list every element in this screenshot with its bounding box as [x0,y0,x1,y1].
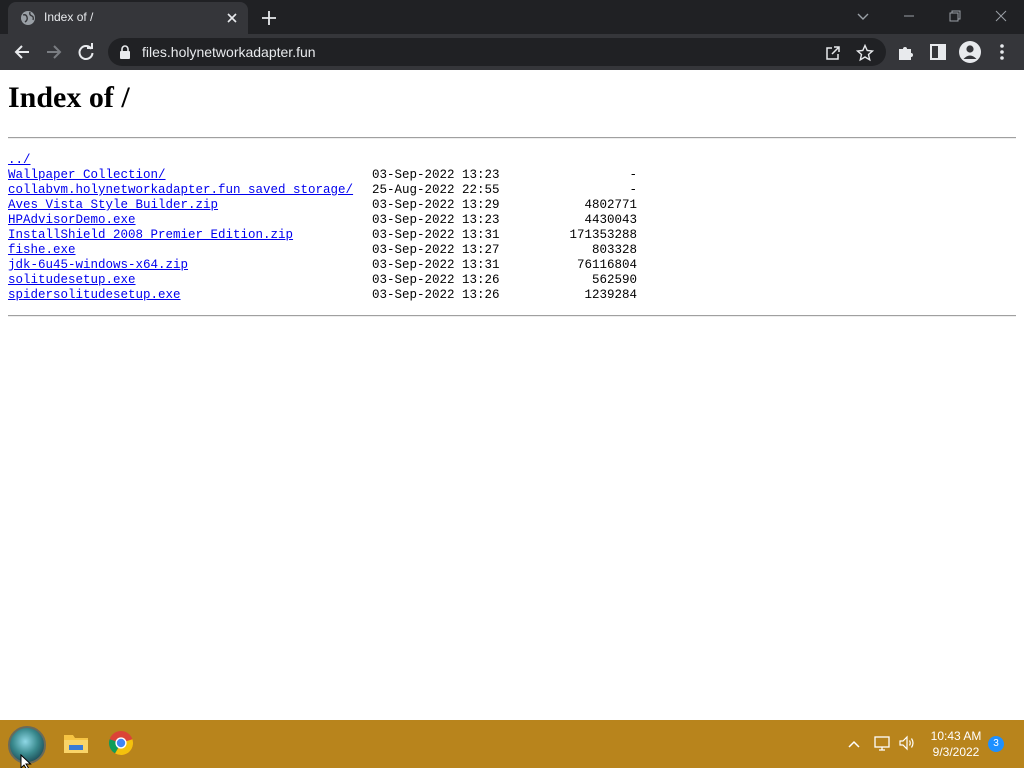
file-size: 4430043 [584,213,637,227]
file-date: 03-Sep-2022 13:23 [372,213,500,227]
extensions-icon[interactable] [896,42,916,62]
listing-row: fishe.exe 03-Sep-2022 13:27 803328 [8,243,648,258]
network-icon[interactable] [873,734,891,752]
show-hidden-icons-icon[interactable] [846,736,862,752]
file-link[interactable]: InstallShield_2008_Premier_Edition.zip [8,228,293,243]
file-link[interactable]: HPAdvisorDemo.exe [8,213,136,228]
file-link[interactable]: jdk-6u45-windows-x64.zip [8,258,188,273]
browser-tab[interactable]: Index of / [8,2,248,34]
file-date: 03-Sep-2022 13:26 [372,288,500,302]
file-date: 03-Sep-2022 13:31 [372,228,500,242]
volume-icon[interactable] [898,734,916,752]
tab-strip: Index of / [0,0,1024,34]
divider-top [8,137,1016,139]
close-tab-icon[interactable] [224,10,240,26]
restore-icon[interactable] [946,7,964,25]
minimize-icon[interactable] [900,7,918,25]
file-date: 03-Sep-2022 13:27 [372,243,500,257]
tab-title: Index of / [44,10,94,24]
file-link[interactable]: fishe.exe [8,243,76,258]
new-tab-icon[interactable] [260,9,278,27]
file-size: 562590 [591,273,637,287]
mouse-cursor-icon [20,754,32,768]
divider-bottom [8,315,1016,317]
page-content: Index of / ../ Wallpaper Collection/ 03-… [0,70,1024,720]
file-size: - [629,183,637,197]
address-bar[interactable]: files.holynetworkadapter.fun [108,38,886,66]
close-window-icon[interactable] [992,7,1010,25]
parent-row: ../ [8,153,648,168]
side-panel-icon[interactable] [928,42,948,62]
file-date: 03-Sep-2022 13:26 [372,273,500,287]
listing-row: collabvm.holynetworkadapter.fun saved st… [8,183,648,198]
chrome-icon[interactable] [108,730,134,756]
url-text[interactable]: files.holynetworkadapter.fun [142,44,316,60]
file-size: 4802771 [584,198,637,212]
page-title: Index of / [8,81,130,114]
listing-row: Wallpaper Collection/ 03-Sep-2022 13:23 … [8,168,648,183]
file-size: 171353288 [569,228,637,242]
listing-row: InstallShield_2008_Premier_Edition.zip 0… [8,228,648,243]
listing-row: jdk-6u45-windows-x64.zip 03-Sep-2022 13:… [8,258,648,273]
forward-icon[interactable] [44,42,64,62]
globe-icon [21,11,35,25]
file-link[interactable]: collabvm.holynetworkadapter.fun saved st… [8,183,353,198]
directory-listing: ../ Wallpaper Collection/ 03-Sep-2022 13… [8,153,648,303]
file-size: - [629,168,637,182]
file-date: 25-Aug-2022 22:55 [372,183,500,197]
listing-row: solitudesetup.exe 03-Sep-2022 13:26 5625… [8,273,648,288]
lock-icon[interactable] [118,45,132,59]
reload-icon[interactable] [76,42,96,62]
file-size: 1239284 [584,288,637,302]
file-explorer-icon[interactable] [62,730,90,756]
tab-search-icon[interactable] [855,8,871,24]
clock-time[interactable]: 10:43 AM [926,729,986,743]
clock-date[interactable]: 9/3/2022 [926,745,986,759]
menu-icon[interactable] [992,42,1012,62]
person-icon [963,45,977,59]
file-link[interactable]: solitudesetup.exe [8,273,136,288]
listing-row: HPAdvisorDemo.exe 03-Sep-2022 13:23 4430… [8,213,648,228]
parent-directory-link[interactable]: ../ [8,153,31,168]
profile-icon[interactable] [959,41,981,63]
file-link[interactable]: Aves Vista Style Builder.zip [8,198,218,213]
file-size: 76116804 [576,258,637,272]
back-icon[interactable] [12,42,32,62]
file-size: 803328 [591,243,637,257]
file-date: 03-Sep-2022 13:31 [372,258,500,272]
browser-toolbar: files.holynetworkadapter.fun [0,34,1024,70]
file-link[interactable]: Wallpaper Collection/ [8,168,166,183]
bookmark-star-icon[interactable] [856,44,874,62]
notification-badge[interactable]: 3 [988,736,1004,752]
share-icon[interactable] [824,44,842,62]
listing-row: Aves Vista Style Builder.zip 03-Sep-2022… [8,198,648,213]
file-date: 03-Sep-2022 13:23 [372,168,500,182]
listing-row: spidersolitudesetup.exe 03-Sep-2022 13:2… [8,288,648,303]
file-link[interactable]: spidersolitudesetup.exe [8,288,181,303]
file-date: 03-Sep-2022 13:29 [372,198,500,212]
taskbar: 10:43 AM 9/3/2022 3 [0,720,1024,768]
